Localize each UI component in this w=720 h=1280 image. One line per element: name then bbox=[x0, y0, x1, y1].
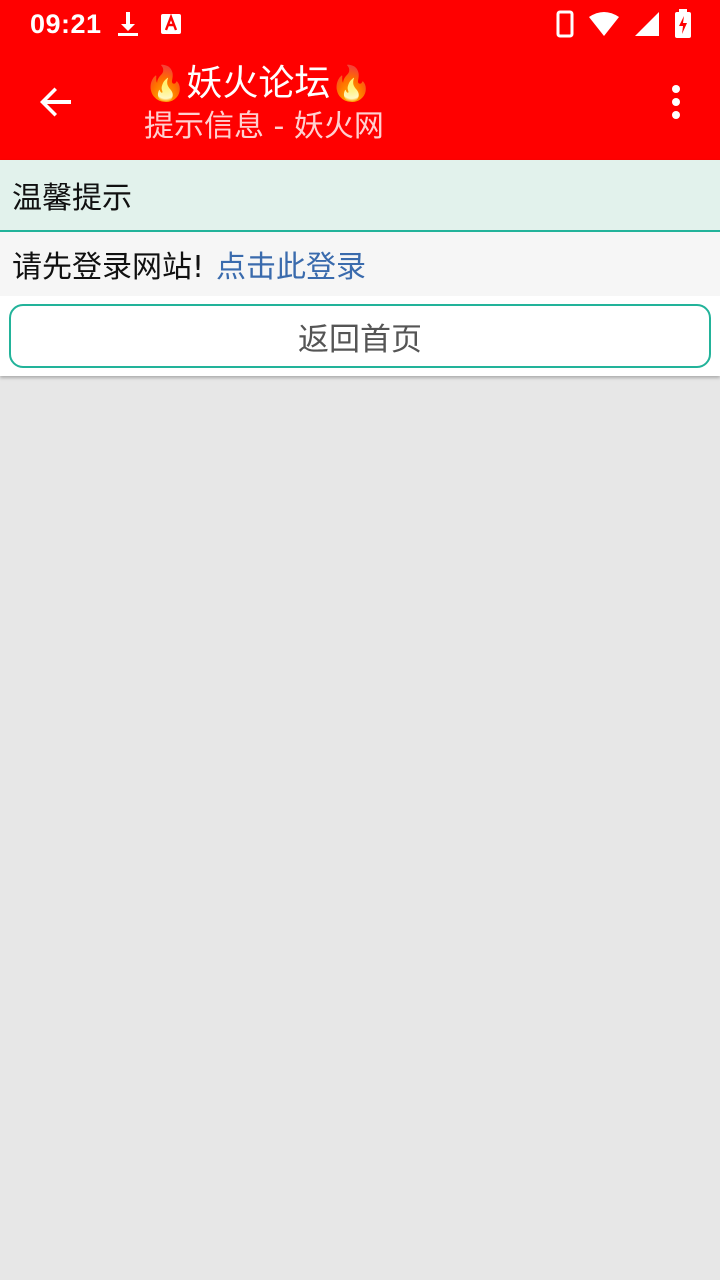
app-bar-titles: 🔥 妖火论坛 🔥 提示信息 - 妖火网 bbox=[144, 62, 384, 146]
flame-left-icon: 🔥 bbox=[144, 64, 187, 104]
app-title: 🔥 妖火论坛 🔥 bbox=[144, 62, 384, 106]
notice-message-row: 请先登录网站! 点击此登录 bbox=[0, 232, 720, 296]
flame-right-icon: 🔥 bbox=[330, 64, 373, 104]
status-notification-icons bbox=[116, 10, 182, 38]
notice-card: 温馨提示 请先登录网站! 点击此登录 返回首页 bbox=[0, 160, 720, 376]
download-icon bbox=[116, 10, 140, 38]
back-button[interactable] bbox=[20, 68, 92, 140]
status-time: 09:21 bbox=[30, 8, 102, 39]
login-link[interactable]: 点击此登录 bbox=[216, 242, 366, 286]
notice-header: 温馨提示 bbox=[0, 160, 720, 232]
app-bar: 🔥 妖火论坛 🔥 提示信息 - 妖火网 bbox=[0, 48, 720, 160]
arrow-left-icon bbox=[38, 84, 74, 124]
overflow-menu-button[interactable] bbox=[648, 68, 704, 140]
wifi-icon bbox=[588, 11, 620, 37]
return-home-button[interactable]: 返回首页 bbox=[9, 304, 711, 368]
more-vertical-icon bbox=[670, 84, 682, 124]
status-system-icons bbox=[556, 9, 692, 39]
battery-charging-icon bbox=[674, 9, 692, 39]
status-bar: 09:21 bbox=[0, 0, 720, 48]
home-button-wrap: 返回首页 bbox=[0, 296, 720, 368]
app-subtitle: 提示信息 - 妖火网 bbox=[144, 109, 384, 144]
signal-icon bbox=[634, 11, 660, 37]
notice-message: 请先登录网站! bbox=[12, 250, 205, 285]
app-title-text: 妖火论坛 bbox=[186, 63, 331, 104]
app-a-icon bbox=[160, 13, 182, 35]
phone-icon bbox=[556, 10, 574, 38]
